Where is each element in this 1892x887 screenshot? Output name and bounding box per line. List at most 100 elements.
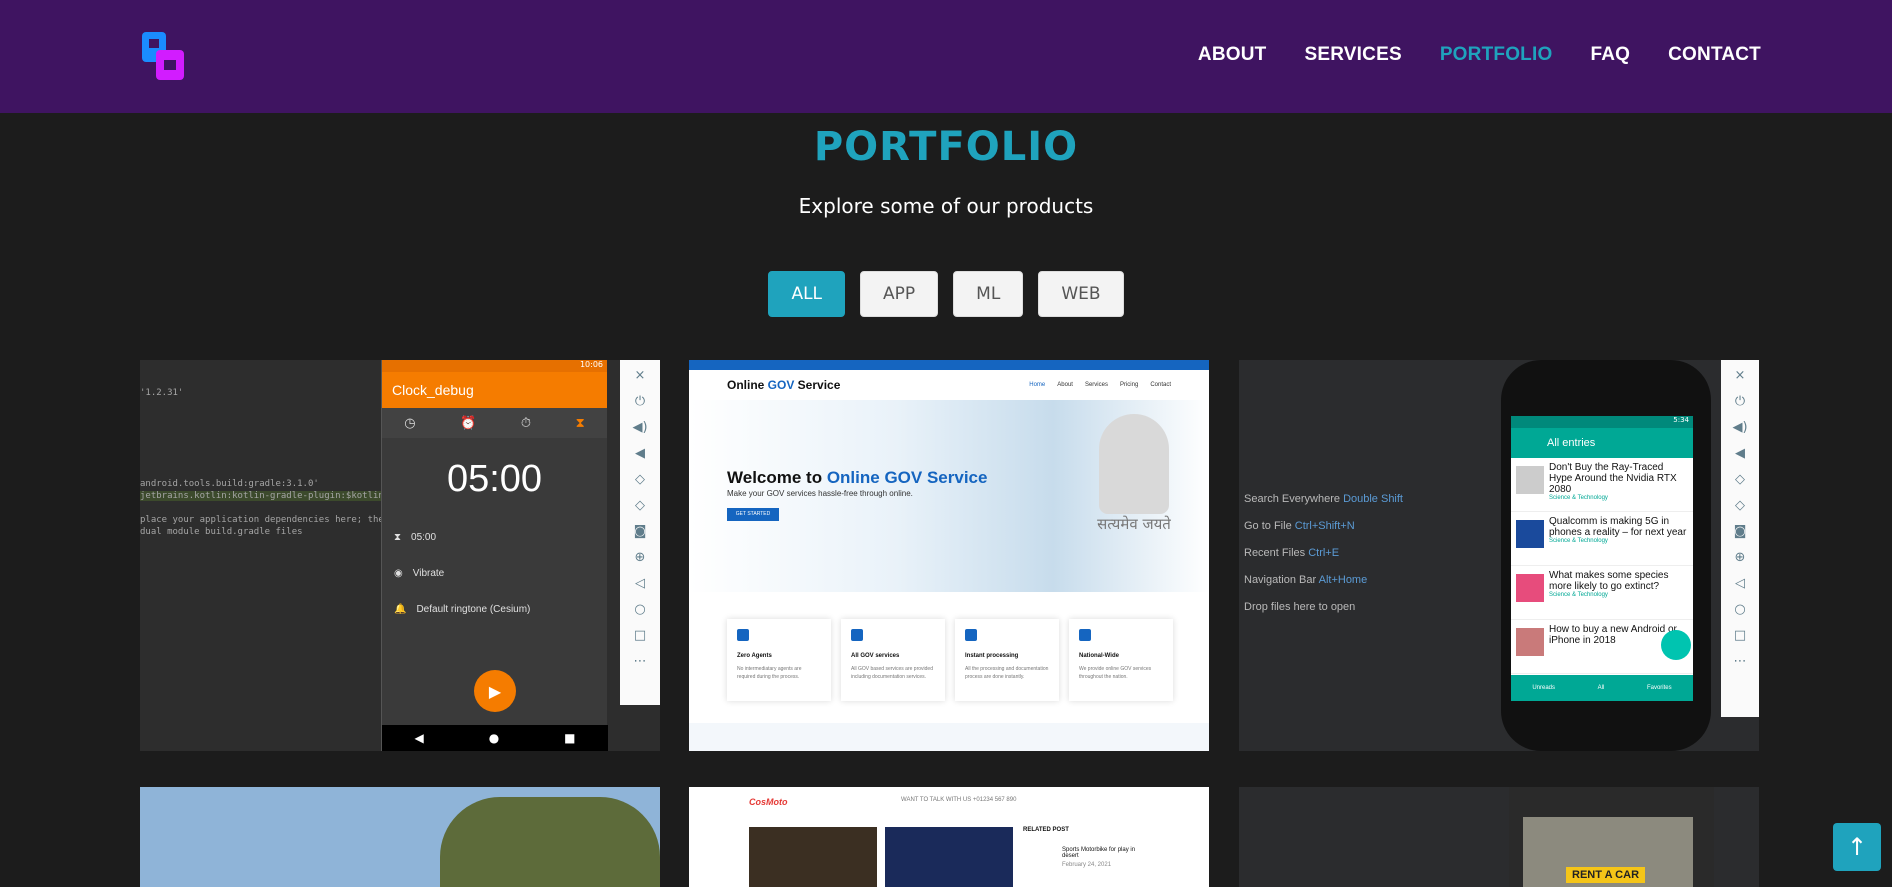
zoom-icon: ⊕ [1734,550,1746,565]
menu-item: Home [1029,382,1046,388]
hint-label: Recent Files [1244,547,1306,559]
nav-contact[interactable]: CONTACT [1668,44,1761,66]
agent-icon [737,629,749,641]
vibrate-row: ◉ Vibrate [382,555,607,591]
alarm-icon: ⏰ [460,415,477,431]
feature-title: National-Wide [1079,653,1119,659]
scroll-top-button[interactable]: ↑ [1833,823,1881,871]
feature-desc: We provide online GOV services throughou… [1079,666,1152,680]
close-icon: × [634,368,646,383]
brand-accent: GOV [767,378,795,392]
hero-subtitle: Make your GOV services hassle-free throu… [727,489,913,498]
timer-row: ⧗ 05:00 [382,519,607,555]
back-icon: ◁ [635,576,645,591]
portfolio-item-clock-app[interactable]: '1.2.31' android.tools.build:gradle:3.1.… [140,360,660,751]
code-line: place your application dependencies here… [140,515,411,525]
portfolio-item-moto-blog[interactable]: CosMoto WANT TO TALK WITH US +01234 567 … [689,787,1209,887]
volume-up-icon: ◀) [632,420,648,435]
back-icon: ◁ [1735,576,1745,591]
status-time: 10:06 [382,360,607,372]
back-icon: ◀ [414,731,424,745]
menu-item: Pricing [1119,382,1139,388]
camera-icon: ◙ [1733,524,1747,539]
feature-title: Instant processing [965,653,1019,659]
feature-card: Zero Agents No intermediatary agents are… [727,619,831,701]
nav-services[interactable]: SERVICES [1304,44,1401,66]
bottom-tabs: Unreads All Favorites [1511,675,1693,701]
row-label: Default ringtone (Cesium) [416,603,531,615]
filter-app-button[interactable]: APP [860,271,939,317]
feature-card: National-Wide We provide online GOV serv… [1069,619,1173,701]
power-icon: ⏻ [634,394,646,409]
android-navbar: ◀ ● ■ [382,725,608,751]
hint-key: Double Shift [1343,493,1403,505]
tab-label: Unreads [1532,685,1555,691]
ide-hint: Navigation Bar Alt+Home [1244,574,1367,586]
row-label: Vibrate [412,567,445,579]
home-icon: ○ [634,602,646,617]
thumbnail [1516,466,1544,494]
hourglass-icon: ⧗ [394,531,402,543]
hero-title: Welcome to Online GOV Service [727,468,987,488]
hint-label: Drop files here to open [1244,601,1356,613]
volume-up-icon: ◀) [1732,420,1748,435]
related-title: Sports Motorbike for play in desert [1062,847,1136,859]
top-strip [689,360,1209,370]
nav-faq[interactable]: FAQ [1590,44,1630,66]
feature-title: Zero Agents [737,653,772,659]
thumbnail [1516,628,1544,656]
hint-key: Alt+Home [1318,574,1368,586]
site-header: ABOUT SERVICES PORTFOLIO FAQ CONTACT [0,0,1892,113]
camera-icon: ◙ [633,524,647,539]
list-item: Qualcomm is making 5G in phones a realit… [1511,512,1693,566]
rotate-icon: ◇ [635,472,645,487]
site-logo[interactable] [140,30,186,82]
portfolio-item-landscape[interactable] [140,787,660,887]
filter-web-button[interactable]: WEB [1038,271,1124,317]
volume-down-icon: ◀ [1735,446,1745,461]
hint-label: Search Everywhere [1244,493,1340,505]
brand-prefix: Online [727,378,768,392]
speed-icon [965,629,977,641]
portfolio-item-news-app[interactable]: Search Everywhere Double Shift Go to Fil… [1239,360,1759,751]
volume-down-icon: ◀ [635,446,645,461]
ide-hint: Search Everywhere Double Shift [1244,493,1403,505]
entry-category: Science & Technology [1549,592,1608,598]
filter-all-button[interactable]: ALL [768,271,846,317]
entry-title: Qualcomm is making 5G in phones a realit… [1549,516,1687,538]
entry-title: Don't Buy the Ray-Traced Hype Around the… [1549,462,1677,495]
list-item: What makes some species more likely to g… [1511,566,1693,620]
national-emblem: सत्यमेव जयते [1089,414,1179,544]
related-heading: RELATED POST [1023,827,1069,833]
emblem-icon [1099,414,1169,514]
emulator-phone: 10:06 Clock_debug ◷ ⏰ ⏱ ⧗ 05:00 ⧗ 05:00 ◉… [381,360,608,751]
rotate-icon: ◇ [1735,498,1745,513]
contact-line: WANT TO TALK WITH US +01234 567 890 [901,797,1017,803]
related-date: February 24, 2021 [1062,862,1112,868]
tab-label: Favorites [1646,685,1672,691]
bell-icon: 🔔 [394,603,407,615]
entry-category: Science & Technology [1549,495,1608,501]
rotate-icon: ◇ [635,498,645,513]
portfolio-item-car-rental-app[interactable]: RENT A CAR [1239,787,1759,887]
emulator-toolbar: × ⏻ ◀) ◀ ◇ ◇ ◙ ⊕ ◁ ○ □ ⋯ [1721,360,1759,717]
nav-portfolio[interactable]: PORTFOLIO [1440,44,1553,66]
zoom-icon: ⊕ [634,550,646,565]
play-icon: ▶ [474,670,516,712]
tree-image [440,797,660,887]
menu-item: About [1057,382,1073,388]
clock-tabs: ◷ ⏰ ⏱ ⧗ [382,408,607,438]
site-menu: Home About Services Pricing Contact [1029,382,1171,388]
vibrate-icon: ◉ [394,567,403,579]
close-icon: × [1734,368,1746,383]
entry-title: What makes some species more likely to g… [1549,570,1669,592]
stopwatch-icon: ⏱ [520,415,532,431]
fab-icon [1661,630,1691,660]
rent-sign: RENT A CAR [1566,867,1646,883]
site-brand: Online GOV Service [727,378,840,392]
filter-ml-button[interactable]: ML [953,271,1024,317]
ide-hint: Recent Files Ctrl+E [1244,547,1339,559]
feature-title: All GOV services [851,653,900,659]
nav-about[interactable]: ABOUT [1198,44,1267,66]
portfolio-item-gov-website[interactable]: Online GOV Service Home About Services P… [689,360,1209,751]
